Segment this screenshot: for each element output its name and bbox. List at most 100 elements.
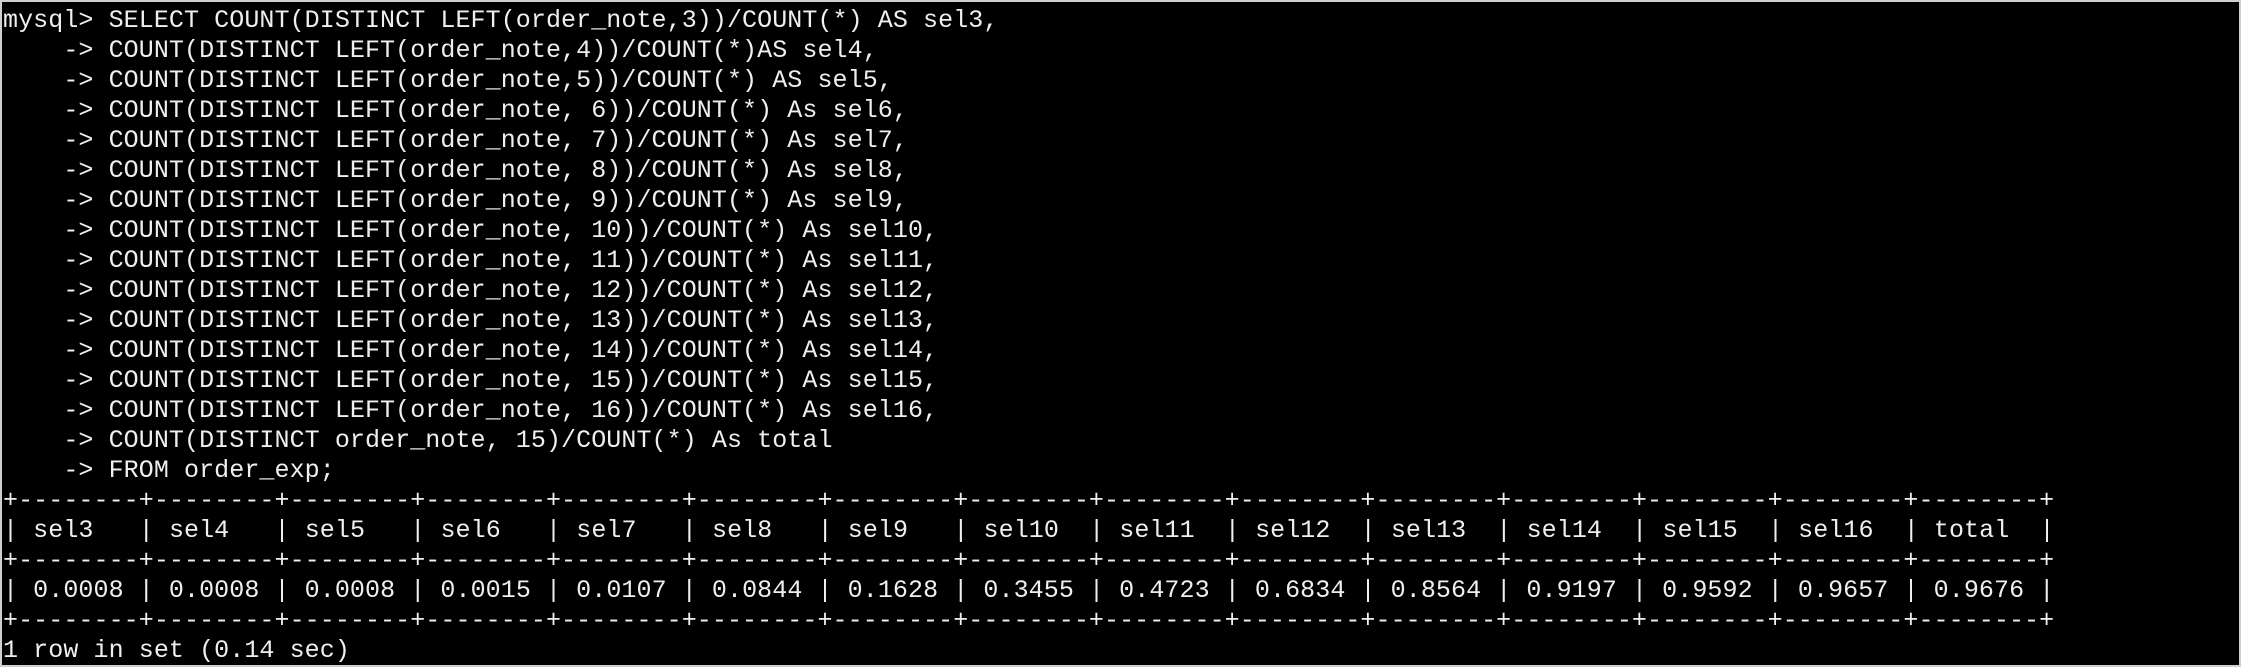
table-separator: | [123, 576, 169, 605]
table-cell: 0.0107 [576, 576, 667, 605]
table-cell: 0.0008 [304, 576, 396, 605]
query-text: FROM order_exp; [108, 456, 335, 485]
query-line: -> COUNT(DISTINCT LEFT(order_note, 12))/… [3, 276, 2055, 306]
table-separator: | [1073, 576, 1120, 605]
prompt-text: -> [3, 216, 109, 245]
query-text: COUNT(DISTINCT LEFT(order_note, 16))/COU… [108, 396, 939, 425]
terminal-window[interactable]: mysql> SELECT COUNT(DISTINCT LEFT(order_… [0, 0, 2241, 667]
query-text: COUNT(DISTINCT LEFT(order_note, 10))/COU… [108, 216, 939, 245]
table-border: +--------+--------+--------+--------+---… [3, 486, 2055, 516]
table-cell: 0.6834 [1254, 576, 1346, 605]
prompt-text: -> [3, 126, 109, 155]
query-text: COUNT(DISTINCT LEFT(order_note, 9))/COUN… [108, 186, 908, 215]
query-line: -> COUNT(DISTINCT LEFT(order_note, 9))/C… [3, 186, 2055, 216]
prompt-text: -> [3, 66, 109, 95]
table-separator: | [908, 516, 984, 545]
table-separator: | [1345, 576, 1391, 605]
column-header: sel10 [983, 516, 1059, 545]
table-separator: | [1481, 576, 1527, 605]
query-text: COUNT(DISTINCT order_note, 15)/COUNT(*) … [108, 426, 833, 455]
column-header: sel8 [712, 516, 773, 545]
query-line: -> FROM order_exp; [3, 456, 2055, 486]
table-cell: 0.9197 [1526, 576, 1617, 605]
prompt-text: -> [3, 366, 109, 395]
table-separator: | [365, 516, 441, 545]
table-cell: 0.0015 [440, 576, 531, 605]
table-cell: 0.0008 [168, 576, 260, 605]
query-text: COUNT(DISTINCT LEFT(order_note, 11))/COU… [108, 246, 939, 275]
table-separator: | [1602, 516, 1663, 545]
prompt-text: -> [3, 156, 109, 185]
column-header: sel12 [1255, 516, 1331, 545]
query-line: -> COUNT(DISTINCT LEFT(order_note, 7))/C… [3, 126, 2055, 156]
table-separator: | [3, 516, 34, 545]
column-header: sel16 [1798, 516, 1874, 545]
query-text: COUNT(DISTINCT LEFT(order_note, 8))/COUN… [108, 156, 908, 185]
table-separator: | [229, 516, 305, 545]
table-border: +--------+--------+--------+--------+---… [3, 546, 2055, 576]
prompt-text: -> [3, 336, 109, 365]
query-text: COUNT(DISTINCT LEFT(order_note, 12))/COU… [108, 276, 939, 305]
column-header: sel4 [168, 516, 230, 545]
table-separator: | [2024, 576, 2055, 605]
table-cell: 0.8564 [1390, 576, 1482, 605]
table-cell: 0.1628 [847, 576, 939, 605]
table-cell: 0.4723 [1119, 576, 1210, 605]
query-line: -> COUNT(DISTINCT LEFT(order_note,5))/CO… [3, 66, 2055, 96]
query-text: SELECT COUNT(DISTINCT LEFT(order_note,3)… [108, 6, 999, 35]
query-line: -> COUNT(DISTINCT order_note, 15)/COUNT(… [3, 426, 2055, 456]
table-separator: | [1209, 576, 1255, 605]
query-line: -> COUNT(DISTINCT LEFT(order_note, 6))/C… [3, 96, 2055, 126]
prompt-text: -> [3, 456, 109, 485]
table-separator: | [802, 576, 848, 605]
table-separator: | [3, 576, 34, 605]
query-text: COUNT(DISTINCT LEFT(order_note, 15))/COU… [108, 366, 939, 395]
table-header: | sel3 | sel4 | sel5 | sel6 | sel7 | sel… [3, 516, 2055, 546]
query-text: COUNT(DISTINCT LEFT(order_note,5))/COUNT… [108, 66, 893, 95]
query-line: -> COUNT(DISTINCT LEFT(order_note, 11))/… [3, 246, 2055, 276]
prompt-text: -> [3, 96, 109, 125]
table-separator: | [395, 576, 441, 605]
prompt-text: mysql> [3, 6, 109, 35]
table-cell: 0.9657 [1797, 576, 1889, 605]
table-separator: | [1737, 516, 1799, 545]
query-line: -> COUNT(DISTINCT LEFT(order_note,4))/CO… [3, 36, 2055, 66]
prompt-text: -> [3, 246, 109, 275]
query-line: mysql> SELECT COUNT(DISTINCT LEFT(order_… [3, 6, 2055, 36]
table-separator: | [1616, 576, 1663, 605]
table-cell: 0.0008 [33, 576, 124, 605]
table-separator: | [93, 516, 169, 545]
column-header: sel11 [1119, 516, 1195, 545]
table-row: | 0.0008 | 0.0008 | 0.0008 | 0.0015 | 0.… [3, 576, 2055, 606]
table-separator: | [636, 516, 712, 545]
query-line: -> COUNT(DISTINCT LEFT(order_note, 13))/… [3, 306, 2055, 336]
prompt-text: -> [3, 426, 109, 455]
table-separator: | [2009, 516, 2055, 545]
query-text: COUNT(DISTINCT LEFT(order_note, 13))/COU… [108, 306, 939, 335]
table-cell: 0.3455 [983, 576, 1074, 605]
table-separator: | [530, 576, 577, 605]
table-separator: | [1466, 516, 1527, 545]
table-separator: | [772, 516, 848, 545]
table-separator: | [1873, 516, 1934, 545]
table-separator: | [1888, 576, 1934, 605]
query-line: -> COUNT(DISTINCT LEFT(order_note, 14))/… [3, 336, 2055, 366]
query-text: COUNT(DISTINCT LEFT(order_note, 7))/COUN… [108, 126, 908, 155]
prompt-text: -> [3, 396, 109, 425]
column-header: sel3 [33, 516, 94, 545]
table-separator: | [1194, 516, 1256, 545]
column-header: sel7 [576, 516, 637, 545]
column-header: sel14 [1526, 516, 1603, 545]
query-line: -> COUNT(DISTINCT LEFT(order_note, 10))/… [3, 216, 2055, 246]
table-separator: | [1058, 516, 1120, 545]
table-cell: 0.9592 [1662, 576, 1753, 605]
terminal-output: mysql> SELECT COUNT(DISTINCT LEFT(order_… [3, 6, 2055, 665]
column-header: sel13 [1390, 516, 1467, 545]
table-cell: 0.0844 [711, 576, 803, 605]
table-separator: | [500, 516, 577, 545]
query-text: COUNT(DISTINCT LEFT(order_note,4))/COUNT… [108, 36, 878, 65]
table-separator: | [938, 576, 984, 605]
table-cell: 0.9676 [1933, 576, 2025, 605]
column-header: sel15 [1662, 516, 1738, 545]
table-separator: | [259, 576, 305, 605]
